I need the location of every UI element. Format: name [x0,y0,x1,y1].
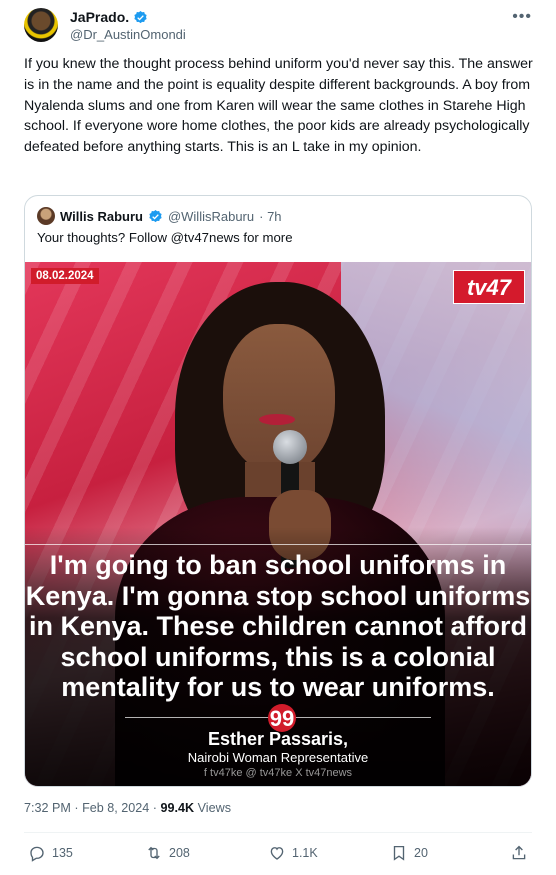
verified-badge-icon [134,10,147,23]
speaker-lips [259,414,295,425]
quoted-tweet-header: Willis Raburu @WillisRaburu · 7h [37,207,282,225]
quote-line: mentality for us to wear uniforms. [61,672,495,702]
quoted-author-handle: @WillisRaburu [167,208,255,224]
bookmark-button[interactable]: 20 [390,844,428,862]
tweet-meta: 7:32 PM · Feb 8, 2024 · 99.4K Views [24,801,231,815]
bookmark-count: 20 [414,846,428,860]
tweet-header: JaPrado. @Dr_AustinOmondi ••• [24,8,540,44]
reply-icon [30,846,44,862]
author-handle[interactable]: @Dr_AustinOmondi [70,27,186,42]
quote-line: Kenya. I'm gonna stop school uniforms [25,580,531,611]
author-avatar[interactable] [24,8,58,42]
speaker-name: Esther Passaris, [207,729,349,749]
author-display-name[interactable]: JaPrado. [70,9,129,25]
repost-button[interactable]: 208 [145,844,190,862]
quoted-tweet[interactable]: Willis Raburu @WillisRaburu · 7h Your th… [24,195,532,787]
date-badge: 08.02.2024 [31,268,99,284]
tweet-text: If you knew the thought process behind u… [24,56,533,156]
speaker-title: Nairobi Woman Representative [187,750,369,765]
reply-count: 135 [52,846,73,860]
quote-line: school uniforms, this is a colonial [60,641,496,672]
bookmark-icon [393,845,405,861]
quote-mark-icon: 99 [268,704,296,732]
repost-count: 208 [169,846,190,860]
actions-divider [24,832,532,833]
social-handles: f tv47ke @ tv47ke X tv47news [203,767,353,779]
heart-icon [270,847,284,860]
like-button[interactable]: 1.1K [268,844,318,862]
quote-overlay-text: I'm going to ban school uniforms in Keny… [25,550,531,703]
reply-button[interactable]: 135 [28,844,73,862]
repost-icon [148,846,160,860]
share-icon [512,845,526,860]
microphone-icon [273,430,307,464]
share-button[interactable] [510,844,528,862]
author-name-row[interactable]: JaPrado. [70,9,148,25]
quoted-author-name: Willis Raburu [60,208,143,224]
quoted-tweet-time: · 7h [259,208,282,224]
quoted-tweet-image[interactable]: 08.02.2024 tv47 I'm going to ban school … [25,262,531,786]
quote-top-rule [25,544,531,545]
quote-line: in Kenya. These children cannot afford [28,611,528,641]
more-options-icon[interactable]: ••• [512,8,532,26]
quoted-tweet-text: Your thoughts? Follow @tv47news for more [37,230,293,245]
tweet-actions: 135 208 1.1K 20 [24,844,532,866]
verified-badge-icon [149,209,162,222]
tv47-logo: tv47 [453,270,525,304]
quoted-author-avatar [37,207,55,225]
tweet-timestamp[interactable]: 7:32 PM · Feb 8, 2024 · [24,801,161,815]
views-count: 99.4K [160,801,195,815]
views-label: Views [194,801,231,815]
quote-line: I'm going to ban school uniforms in [49,550,507,580]
like-count: 1.1K [292,846,318,860]
